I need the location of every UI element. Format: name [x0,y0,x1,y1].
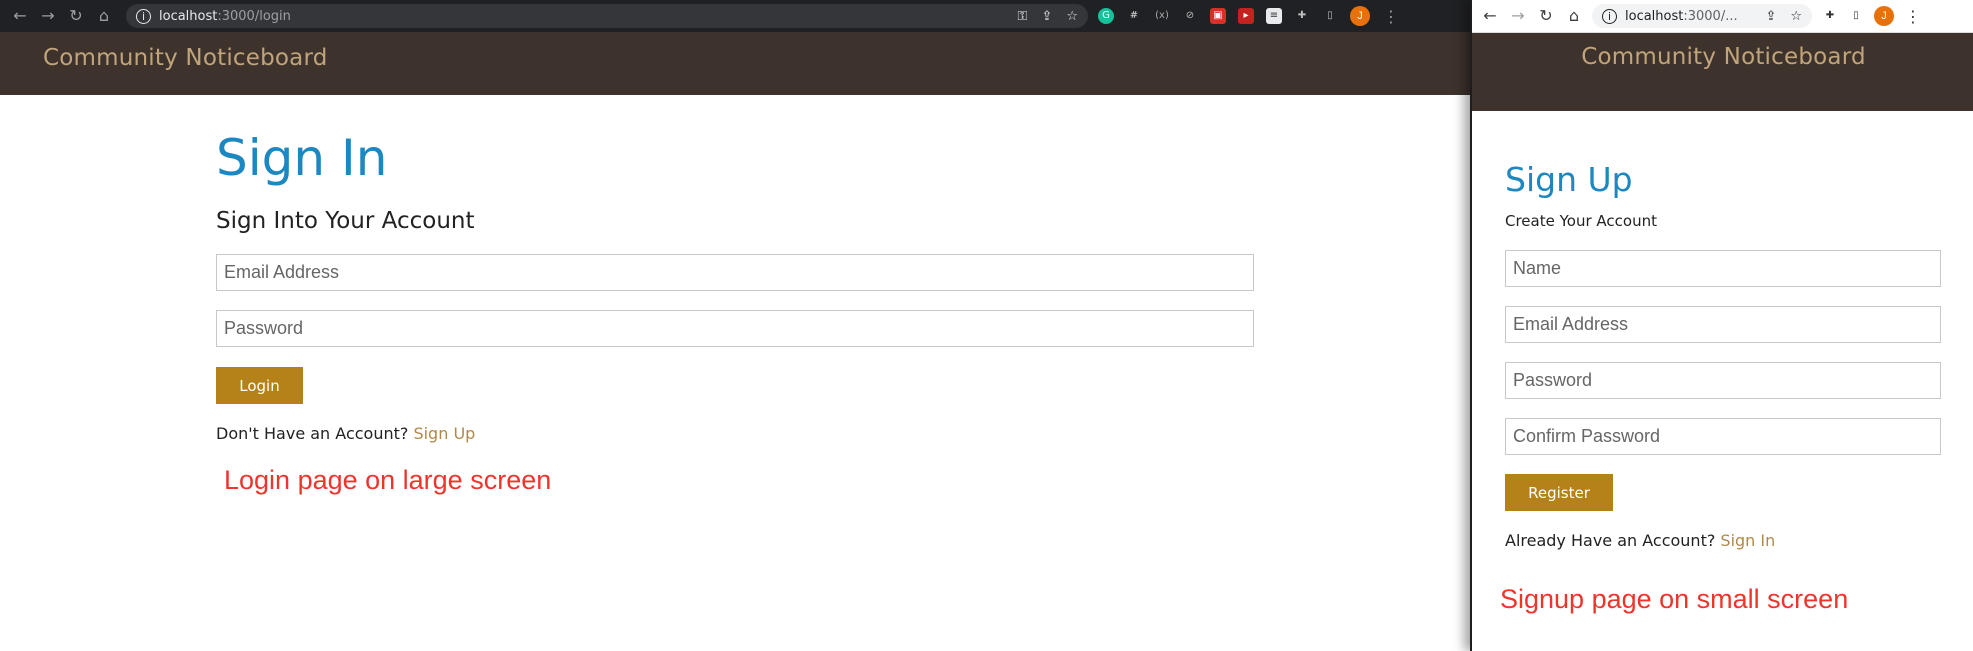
signup-link[interactable]: Sign Up [413,424,475,443]
login-button[interactable]: Login [216,367,303,404]
password-field[interactable] [216,310,1254,347]
bookmark-star-icon[interactable]: ☆ [1066,9,1078,24]
page-subtitle: Create Your Account [1505,212,1657,230]
site-navbar: Community Noticeboard [1472,33,1973,111]
home-icon[interactable]: ⌂ [1560,0,1588,32]
signin-prompt: Already Have an Account? Sign In [1505,531,1941,550]
signin-link[interactable]: Sign In [1720,531,1775,550]
home-icon[interactable]: ⌂ [90,0,118,32]
site-navbar: Community Noticeboard [0,32,1470,95]
share-icon[interactable]: ⇪ [1041,9,1052,24]
sidebar-toggle-icon[interactable]: ▯ [1322,8,1338,24]
url-host: localhost [1625,8,1684,24]
address-bar[interactable]: i localhost:3000/... ⇪ ☆ [1592,4,1812,28]
share-icon[interactable]: ⇪ [1765,9,1776,24]
key-icon[interactable]: ⚿ [1018,9,1028,24]
forward-icon[interactable]: → [34,0,62,32]
forward-icon[interactable]: → [1504,0,1532,32]
hash-extension-icon[interactable]: # [1126,8,1142,24]
brand-link[interactable]: Community Noticeboard [43,45,328,71]
puzzle-extensions-icon[interactable]: ✚ [1294,8,1310,24]
browser-menu-icon[interactable]: ⋮ [1382,7,1400,26]
screenshot-caption: Signup page on small screen [1500,584,1849,614]
bookmark-star-icon[interactable]: ☆ [1790,9,1802,24]
screenshot-caption: Login page on large screen [224,465,552,495]
blocked-extension-icon[interactable]: ⊘ [1182,8,1198,24]
email-field[interactable] [216,254,1254,291]
extensions-bar: G # (x) ⊘ ▣ ▸ ≡ ✚ ▯ J ⋮ [1098,6,1400,26]
back-icon[interactable]: ← [1476,0,1504,32]
sidebar-toggle-icon[interactable]: ▯ [1848,8,1864,24]
brand-link[interactable]: Community Noticeboard [1581,44,1866,70]
url-host: localhost [159,8,218,24]
signup-prompt-text: Don't Have an Account? [216,424,414,443]
variables-extension-icon[interactable]: (x) [1154,8,1170,24]
confirm-password-field[interactable] [1505,418,1941,455]
name-field[interactable] [1505,250,1941,287]
signin-form: Sign In Sign Into Your Account Login Don… [216,128,1254,496]
site-info-icon[interactable]: i [1602,8,1617,24]
browser-menu-icon[interactable]: ⋮ [1904,7,1922,26]
back-icon[interactable]: ← [6,0,34,32]
signup-prompt: Don't Have an Account? Sign Up [216,424,1254,443]
profile-avatar[interactable]: J [1874,6,1894,26]
url-path: :3000/... [1683,8,1738,24]
small-screen-window: ← → ↻ ⌂ i localhost:3000/... ⇪ ☆ ✚ ▯ J ⋮… [1470,0,1973,651]
url-path: :3000/login [217,8,291,24]
email-field[interactable] [1505,306,1941,343]
large-screen-window: ← → ↻ ⌂ i localhost:3000/login ⚿ ⇪ ☆ G #… [0,0,1470,651]
site-info-icon[interactable]: i [136,8,151,24]
grammarly-extension-icon[interactable]: G [1098,8,1114,24]
browser-toolbar: ← → ↻ ⌂ i localhost:3000/... ⇪ ☆ ✚ ▯ J ⋮ [1472,0,1973,33]
address-bar[interactable]: i localhost:3000/login ⚿ ⇪ ☆ [126,4,1088,28]
reload-icon[interactable]: ↻ [62,0,90,32]
note-extension-icon[interactable]: ≡ [1266,8,1282,24]
page-title: Sign Up [1505,160,1633,199]
profile-avatar[interactable]: J [1350,6,1370,26]
password-field[interactable] [1505,362,1941,399]
signup-form: Sign Up Create Your Account Register Alr… [1500,160,1941,615]
browser-toolbar: ← → ↻ ⌂ i localhost:3000/login ⚿ ⇪ ☆ G #… [0,0,1470,32]
extensions-bar: ✚ ▯ J ⋮ [1822,6,1922,26]
reload-icon[interactable]: ↻ [1532,0,1560,32]
signin-prompt-text: Already Have an Account? [1505,531,1721,550]
register-button[interactable]: Register [1505,474,1613,511]
puzzle-extensions-icon[interactable]: ✚ [1822,8,1838,24]
video-extension-icon[interactable]: ▸ [1238,8,1254,24]
page-title: Sign In [216,129,388,187]
page-subtitle: Sign Into Your Account [216,208,475,234]
red-extension-icon[interactable]: ▣ [1210,8,1226,24]
